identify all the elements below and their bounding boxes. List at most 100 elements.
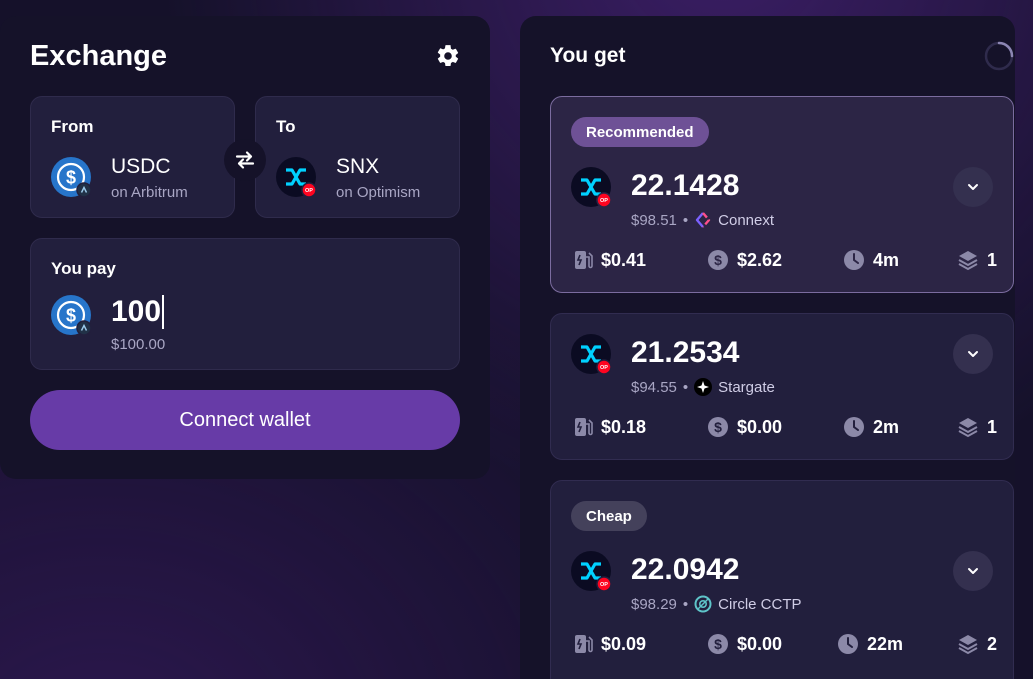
gas-cost-stat: $0.09 — [573, 633, 646, 655]
layers-icon — [958, 251, 978, 271]
from-token-selector[interactable]: From $ USDC on Arbitrum — [30, 96, 235, 218]
time-stat: 2m — [843, 416, 899, 438]
swap-arrows-icon — [235, 151, 255, 169]
exchange-title: Exchange — [30, 40, 167, 72]
gas-cost-stat: $0.41 — [573, 249, 646, 271]
layers-icon — [958, 418, 978, 438]
chevron-down-icon — [968, 351, 978, 357]
clock-icon — [838, 634, 858, 654]
op-chain-badge: OP — [600, 365, 608, 371]
route-subline: $98.51 • Connext — [631, 211, 774, 229]
separator-dot: • — [682, 211, 689, 229]
time-value: 2m — [873, 416, 900, 437]
gas-cost-value: $0.18 — [601, 416, 647, 437]
stargate-logo-icon — [694, 378, 713, 396]
steps-value: 2 — [987, 633, 998, 654]
svg-text:$: $ — [714, 252, 722, 268]
routes-panel: You get Recommended OP 22.1428 $98.51 • … — [520, 16, 1015, 679]
layers-icon — [958, 635, 978, 655]
exchange-panel: Exchange From $ USDC on Arbitrum To OP S… — [0, 16, 490, 479]
gas-cost-value: $0.41 — [601, 249, 647, 270]
route-subline: $98.29 • Circle CCTP — [631, 595, 802, 613]
route-amount: 22.1428 — [631, 169, 740, 202]
pay-amount-input[interactable]: 100 — [111, 295, 165, 329]
fee-value: $2.62 — [737, 249, 783, 270]
cheap-badge: Cheap — [571, 501, 647, 531]
pay-amount-value: 100 — [111, 295, 162, 328]
clock-icon — [844, 250, 864, 270]
gas-cost-stat: $0.18 — [573, 416, 646, 438]
gas-pump-icon — [575, 251, 593, 269]
steps-stat: 1 — [957, 249, 997, 271]
recommended-badge: Recommended — [571, 117, 709, 147]
expand-route-button[interactable] — [953, 551, 993, 591]
route-usd-value: $98.29 — [631, 595, 677, 613]
dollar-coin-icon: $ — [708, 634, 728, 654]
expand-route-button[interactable] — [953, 167, 993, 207]
connext-logo-icon — [695, 212, 711, 228]
clock-icon — [844, 417, 864, 437]
op-chain-badge: OP — [305, 188, 313, 194]
svg-text:$: $ — [66, 168, 76, 188]
circle-cctp-logo-icon — [694, 595, 712, 613]
snx-token-icon: OP — [276, 157, 316, 197]
from-label: From — [51, 117, 94, 136]
pay-usd-value: $100.00 — [111, 336, 166, 353]
fee-stat: $ $0.00 — [707, 416, 782, 438]
route-amount: 22.0942 — [631, 553, 740, 586]
route-amount: 21.2534 — [631, 336, 740, 369]
gear-icon — [437, 45, 459, 67]
gas-pump-icon — [575, 418, 593, 436]
route-card[interactable]: Cheap OP 22.0942 $98.29 • Circle CCTP $0… — [550, 480, 1014, 679]
gas-cost-value: $0.09 — [601, 633, 647, 654]
bridge-name: Connext — [718, 211, 775, 229]
fee-value: $0.00 — [737, 416, 783, 437]
swap-direction-button[interactable] — [224, 139, 266, 181]
steps-value: 1 — [987, 416, 998, 437]
steps-stat: 1 — [957, 416, 997, 438]
fee-stat: $ $0.00 — [707, 633, 782, 655]
fee-stat: $ $2.62 — [707, 249, 782, 271]
time-stat: 22m — [837, 633, 903, 655]
loading-spinner-icon — [984, 41, 1014, 71]
svg-text:$: $ — [66, 306, 76, 326]
snx-token-icon: OP — [571, 551, 611, 591]
you-get-title: You get — [550, 44, 626, 67]
bridge-name: Circle CCTP — [718, 595, 802, 613]
steps-stat: 2 — [957, 633, 997, 655]
snx-token-icon: OP — [571, 167, 611, 207]
to-token-selector[interactable]: To OP SNX on Optimism — [255, 96, 460, 218]
separator-dot: • — [682, 595, 689, 613]
chevron-down-icon — [968, 184, 978, 190]
route-card[interactable]: Recommended OP 22.1428 $98.51 • Connext … — [550, 96, 1014, 293]
time-stat: 4m — [843, 249, 899, 271]
to-token-name: SNX — [336, 155, 380, 178]
svg-text:$: $ — [714, 419, 722, 435]
dollar-coin-icon: $ — [708, 417, 728, 437]
separator-dot: • — [682, 378, 689, 396]
usdc-token-icon: $ — [51, 295, 91, 335]
to-chain-name: on Optimism — [336, 184, 421, 201]
route-card[interactable]: OP 21.2534 $94.55 • Stargate $0.18 $ $0.… — [550, 313, 1014, 460]
expand-route-button[interactable] — [953, 334, 993, 374]
usdc-token-icon: $ — [51, 157, 91, 197]
pay-label: You pay — [51, 259, 116, 278]
svg-text:$: $ — [714, 636, 722, 652]
op-chain-badge: OP — [600, 198, 608, 204]
from-chain-name: on Arbitrum — [111, 184, 188, 201]
text-caret — [162, 295, 165, 329]
route-usd-value: $94.55 — [631, 378, 677, 396]
steps-value: 1 — [987, 249, 998, 270]
connect-wallet-button[interactable]: Connect wallet — [30, 390, 460, 450]
time-value: 4m — [873, 249, 900, 270]
chevron-down-icon — [968, 568, 978, 574]
fee-value: $0.00 — [737, 633, 783, 654]
gas-pump-icon — [575, 635, 593, 653]
snx-token-icon: OP — [571, 334, 611, 374]
pay-amount-card[interactable]: You pay $ 100 $100.00 — [30, 238, 460, 370]
route-usd-value: $98.51 — [631, 211, 677, 229]
dollar-coin-icon: $ — [708, 250, 728, 270]
settings-button[interactable] — [433, 41, 463, 71]
route-subline: $94.55 • Stargate — [631, 378, 775, 396]
to-label: To — [276, 117, 296, 136]
